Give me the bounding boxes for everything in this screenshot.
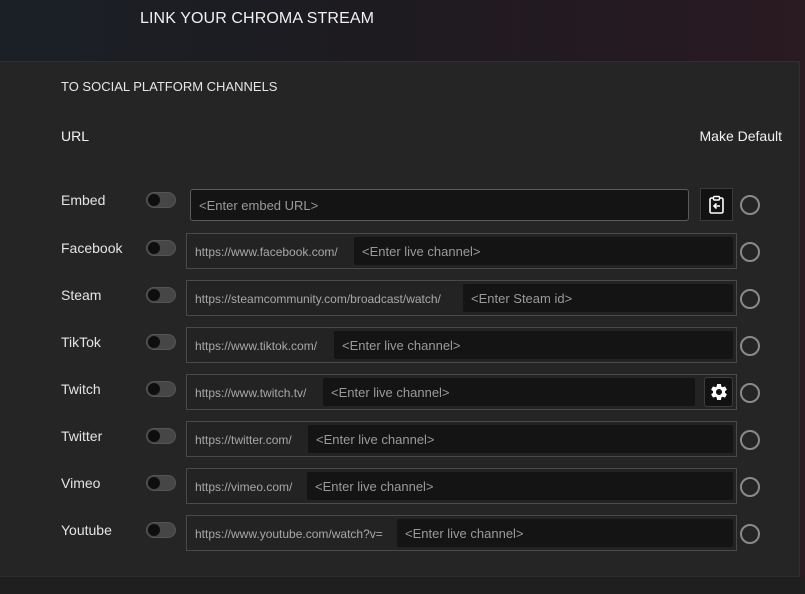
row-steam: Steam https://steamcommunity.com/broadca… — [0, 280, 800, 320]
row-label-twitch: Twitch — [61, 381, 101, 397]
make-default-column-header: Make Default — [699, 128, 782, 144]
url-prefix-twitter: https://twitter.com/ — [195, 433, 292, 447]
url-field-vimeo: https://vimeo.com/ — [186, 468, 737, 504]
toggle-twitch[interactable] — [146, 381, 176, 397]
twitch-settings-button[interactable] — [704, 377, 733, 407]
channel-input-twitter[interactable] — [308, 425, 733, 453]
panel-subtitle: TO SOCIAL PLATFORM CHANNELS — [61, 79, 278, 94]
toggle-knob — [148, 289, 160, 301]
paste-button[interactable] — [700, 188, 733, 221]
channel-input-tiktok[interactable] — [334, 331, 733, 359]
channel-input-steam[interactable] — [463, 284, 733, 312]
make-default-radio-facebook[interactable] — [740, 242, 760, 262]
row-label-tiktok: TikTok — [61, 334, 101, 350]
row-youtube: Youtube https://www.youtube.com/watch?v= — [0, 515, 800, 555]
row-twitter: Twitter https://twitter.com/ — [0, 421, 800, 461]
page-title: LINK YOUR CHROMA STREAM — [140, 10, 375, 27]
url-field-facebook: https://www.facebook.com/ — [186, 233, 737, 269]
toggle-knob — [148, 383, 160, 395]
row-label-twitter: Twitter — [61, 428, 103, 444]
toggle-youtube[interactable] — [146, 522, 176, 538]
toggle-knob — [148, 336, 160, 348]
toggle-knob — [148, 477, 160, 489]
toggle-knob — [148, 242, 160, 254]
embed-url-input[interactable] — [190, 189, 689, 221]
toggle-steam[interactable] — [146, 287, 176, 303]
toggle-vimeo[interactable] — [146, 475, 176, 491]
toggle-facebook[interactable] — [146, 240, 176, 256]
toggle-twitter[interactable] — [146, 428, 176, 444]
row-facebook: Facebook https://www.facebook.com/ — [0, 233, 800, 273]
url-column-header: URL — [61, 128, 90, 144]
make-default-radio-steam[interactable] — [740, 289, 760, 309]
url-prefix-youtube: https://www.youtube.com/watch?v= — [195, 527, 383, 541]
make-default-radio-embed[interactable] — [740, 195, 760, 215]
row-label-embed: Embed — [61, 192, 106, 208]
row-embed: Embed — [0, 188, 800, 229]
make-default-radio-youtube[interactable] — [740, 524, 760, 544]
url-field-twitch: https://www.twitch.tv/ — [186, 374, 737, 410]
make-default-radio-twitter[interactable] — [740, 430, 760, 450]
row-twitch: Twitch https://www.twitch.tv/ — [0, 374, 800, 414]
url-prefix-tiktok: https://www.tiktok.com/ — [195, 339, 318, 353]
url-field-steam: https://steamcommunity.com/broadcast/wat… — [186, 280, 737, 316]
url-prefix-twitch: https://www.twitch.tv/ — [195, 386, 307, 400]
social-links-panel: TO SOCIAL PLATFORM CHANNELS URL Make Def… — [0, 61, 800, 577]
channel-input-youtube[interactable] — [397, 519, 733, 547]
url-field-twitter: https://twitter.com/ — [186, 421, 737, 457]
make-default-radio-twitch[interactable] — [740, 383, 760, 403]
row-label-youtube: Youtube — [61, 522, 112, 538]
toggle-knob — [148, 524, 160, 536]
toggle-knob — [148, 194, 160, 206]
url-prefix-facebook: https://www.facebook.com/ — [195, 245, 338, 259]
paste-clipboard-icon — [708, 195, 724, 214]
row-label-vimeo: Vimeo — [61, 475, 101, 491]
toggle-tiktok[interactable] — [146, 334, 176, 350]
url-field-tiktok: https://www.tiktok.com/ — [186, 327, 737, 363]
make-default-radio-vimeo[interactable] — [740, 477, 760, 497]
row-label-facebook: Facebook — [61, 240, 123, 256]
row-label-steam: Steam — [61, 287, 102, 303]
channel-input-facebook[interactable] — [354, 237, 733, 265]
row-tiktok: TikTok https://www.tiktok.com/ — [0, 327, 800, 367]
row-vimeo: Vimeo https://vimeo.com/ — [0, 468, 800, 508]
url-prefix-steam: https://steamcommunity.com/broadcast/wat… — [195, 292, 441, 306]
toggle-knob — [148, 430, 160, 442]
gear-icon — [710, 383, 727, 400]
channel-input-twitch[interactable] — [323, 378, 695, 406]
toggle-embed[interactable] — [146, 192, 176, 208]
channel-input-vimeo[interactable] — [307, 472, 733, 500]
url-field-youtube: https://www.youtube.com/watch?v= — [186, 515, 737, 551]
url-prefix-vimeo: https://vimeo.com/ — [195, 480, 293, 494]
make-default-radio-tiktok[interactable] — [740, 336, 760, 356]
bottom-strip — [0, 577, 805, 594]
